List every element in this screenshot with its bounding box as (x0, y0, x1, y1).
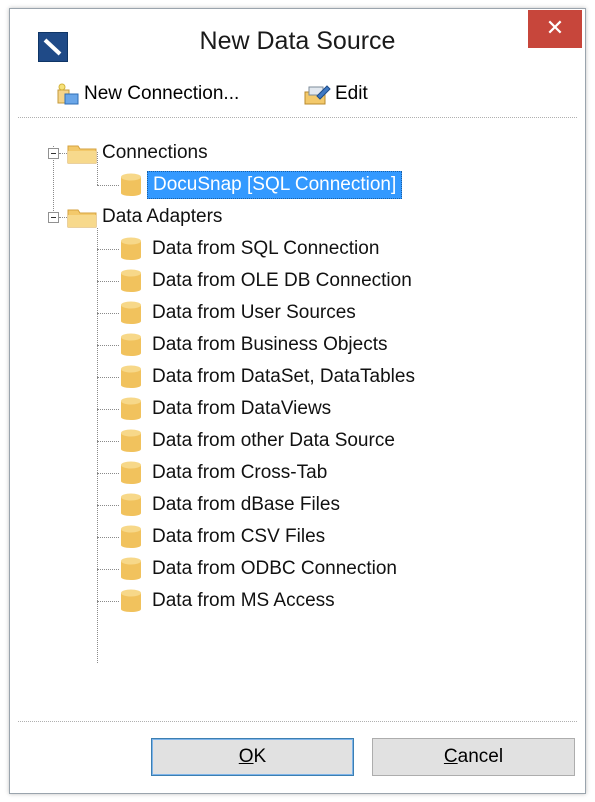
tree-connector (59, 153, 67, 154)
tree-connector (97, 537, 119, 538)
cancel-label: ancel (457, 746, 504, 767)
adapter-item[interactable]: Data from CSV Files (119, 522, 330, 552)
tree-connector (97, 569, 119, 570)
database-icon (121, 333, 141, 356)
tree-connector (97, 441, 119, 442)
database-icon (121, 461, 141, 484)
connection-label: DocuSnap [SQL Connection] (147, 171, 403, 199)
adapter-label: Data from User Sources (152, 302, 356, 323)
database-icon (121, 493, 141, 516)
data-source-tree[interactable]: Connections DocuSnap [SQL Connection] Da… (18, 118, 577, 718)
edit-button[interactable]: Edit (303, 81, 368, 107)
database-icon (121, 269, 141, 292)
collapse-data-adapters-toggle[interactable] (48, 212, 59, 223)
database-icon (121, 397, 141, 420)
connection-item-docusnap[interactable]: DocuSnap [SQL Connection] (119, 170, 403, 200)
adapter-label: Data from dBase Files (152, 494, 340, 515)
adapter-item[interactable]: Data from DataSet, DataTables (119, 362, 420, 392)
tree-connector (97, 249, 119, 250)
tree-connector (97, 185, 119, 186)
adapter-label: Data from MS Access (152, 590, 335, 611)
database-icon (121, 237, 141, 260)
adapter-item[interactable]: Data from Cross-Tab (119, 458, 332, 488)
database-icon (121, 301, 141, 324)
adapter-item[interactable]: Data from OLE DB Connection (119, 266, 417, 296)
adapter-item[interactable]: Data from User Sources (119, 298, 361, 328)
folder-label: Data Adapters (102, 206, 223, 227)
adapter-item[interactable]: Data from dBase Files (119, 490, 345, 520)
adapter-item[interactable]: Data from ODBC Connection (119, 554, 402, 584)
folder-icon (67, 209, 97, 228)
new-connection-icon (57, 83, 79, 105)
edit-icon (304, 85, 331, 105)
ok-button[interactable]: OK (151, 738, 354, 776)
tree-connector (97, 601, 119, 602)
tree-connector (97, 313, 119, 314)
database-icon (121, 173, 141, 196)
window-title: New Data Source (199, 27, 396, 55)
folder-node-connections[interactable]: Connections (67, 138, 213, 168)
collapse-connections-toggle[interactable] (48, 148, 59, 159)
adapter-label: Data from Cross-Tab (152, 462, 328, 483)
database-icon (121, 525, 141, 548)
adapter-label: Data from DataSet, DataTables (152, 366, 415, 387)
database-icon (121, 557, 141, 580)
close-button[interactable]: ✕ (528, 10, 582, 48)
adapter-label: Data from SQL Connection (152, 238, 380, 259)
ok-label: K (253, 746, 267, 767)
folder-icon (67, 145, 97, 164)
tree-connector (97, 409, 119, 410)
adapter-label: Data from CSV Files (152, 526, 326, 547)
new-connection-button[interactable]: New Connection... (56, 81, 239, 107)
tree-connector (97, 345, 119, 346)
folder-label: Connections (102, 142, 208, 163)
adapter-item[interactable]: Data from Business Objects (119, 330, 392, 360)
database-icon (121, 589, 141, 612)
new-data-source-dialog: New Data Source ✕ New Connection... Edit… (9, 8, 586, 794)
title-bar[interactable]: New Data Source ✕ (10, 9, 585, 71)
adapter-label: Data from DataViews (152, 398, 332, 419)
cancel-accelerator: C (443, 746, 458, 767)
footer-separator (18, 721, 577, 722)
tree-connector (97, 473, 119, 474)
database-icon (121, 429, 141, 452)
tree-connector (97, 281, 119, 282)
adapter-item[interactable]: Data from other Data Source (119, 426, 400, 456)
close-icon: ✕ (545, 15, 565, 40)
adapter-label: Data from Business Objects (152, 334, 388, 355)
adapter-item[interactable]: Data from SQL Connection (119, 234, 384, 264)
tree-connector (97, 228, 98, 663)
new-connection-label: New Connection... (84, 83, 240, 104)
tree-connector (97, 377, 119, 378)
dialog-content: New Connection... Edit Connections DocuS… (18, 71, 577, 785)
cancel-button[interactable]: Cancel (372, 738, 575, 776)
folder-node-data-adapters[interactable]: Data Adapters (67, 202, 227, 232)
ok-accelerator: O (238, 746, 254, 767)
edit-label: Edit (335, 83, 368, 104)
database-icon (121, 365, 141, 388)
adapter-label: Data from other Data Source (152, 430, 395, 451)
toolbar: New Connection... Edit (18, 71, 577, 118)
tree-connector (59, 217, 67, 218)
tree-connector (97, 505, 119, 506)
adapter-label: Data from ODBC Connection (152, 558, 397, 579)
adapter-item[interactable]: Data from MS Access (119, 586, 340, 616)
adapter-item[interactable]: Data from DataViews (119, 394, 336, 424)
adapter-label: Data from OLE DB Connection (152, 270, 412, 291)
